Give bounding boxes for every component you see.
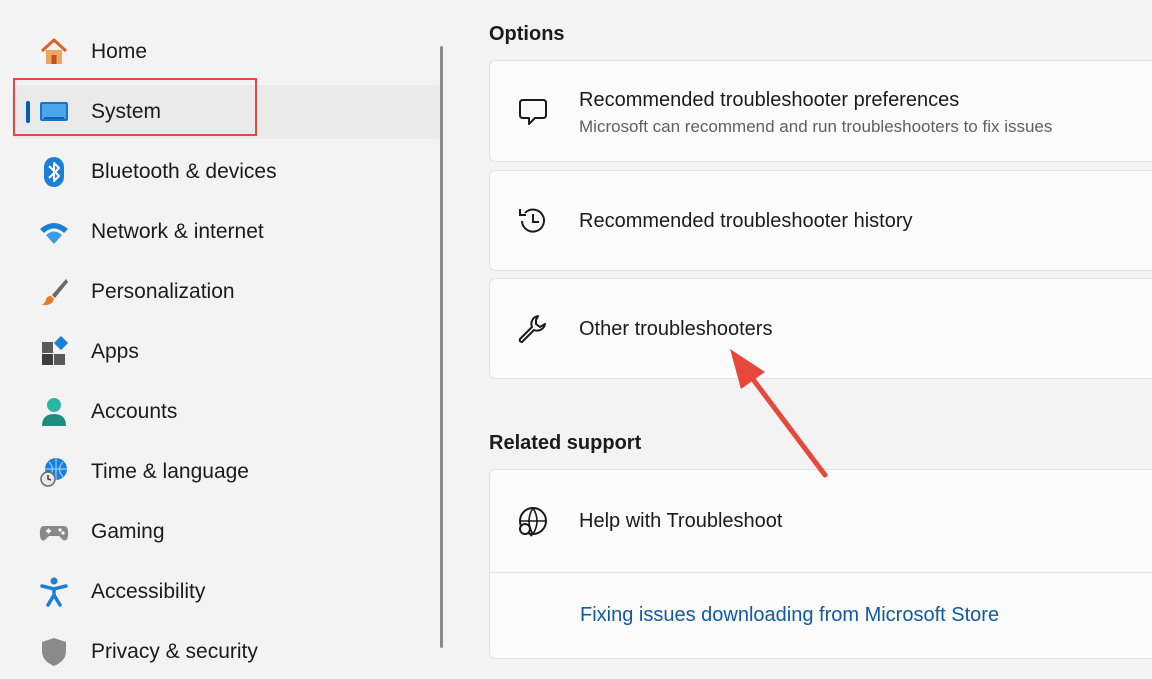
- shield-icon: [38, 636, 70, 668]
- sidebar-item-label: Privacy & security: [91, 640, 258, 663]
- chat-bubble-icon: [516, 94, 550, 128]
- sidebar-item-network[interactable]: Network & internet: [12, 205, 442, 259]
- card-subtitle: Microsoft can recommend and run troubles…: [579, 117, 1053, 136]
- gamepad-icon: [38, 516, 70, 548]
- person-icon: [38, 396, 70, 428]
- sidebar-item-personalization[interactable]: Personalization: [12, 265, 442, 319]
- sidebar-item-gaming[interactable]: Gaming: [12, 505, 442, 559]
- sidebar-item-label: Bluetooth & devices: [91, 160, 277, 183]
- sidebar-item-bluetooth[interactable]: Bluetooth & devices: [12, 145, 442, 199]
- card-title: Help with Troubleshoot: [579, 510, 783, 532]
- history-icon: [516, 204, 550, 238]
- card-title: Other troubleshooters: [579, 318, 773, 340]
- home-icon: [38, 36, 70, 68]
- sidebar-item-label: Gaming: [91, 520, 165, 543]
- bluetooth-icon: [38, 156, 70, 188]
- sidebar-item-label: Apps: [91, 340, 139, 363]
- sidebar-item-time-language[interactable]: Time & language: [12, 445, 442, 499]
- help-with-troubleshoot-card[interactable]: Help with Troubleshoot: [489, 469, 1152, 659]
- card-divider: [489, 572, 1152, 573]
- sidebar-item-label: Network & internet: [91, 220, 264, 243]
- wrench-icon: [516, 312, 550, 346]
- sidebar-item-label: Accessibility: [91, 580, 206, 603]
- other-troubleshooters-card[interactable]: Other troubleshooters: [489, 278, 1152, 379]
- options-section-title: Options: [489, 23, 565, 45]
- related-support-title: Related support: [489, 432, 642, 454]
- sidebar-item-accounts[interactable]: Accounts: [12, 385, 442, 439]
- globe-search-icon: [516, 504, 550, 538]
- card-title: Recommended troubleshooter preferences: [579, 89, 960, 111]
- sidebar-item-apps[interactable]: Apps: [12, 325, 442, 379]
- annotation-highlight-box: [13, 78, 257, 136]
- sidebar-item-privacy-security[interactable]: Privacy & security: [12, 625, 442, 679]
- sidebar-item-home[interactable]: Home: [12, 25, 442, 79]
- settings-sidebar: Home System Bluetooth & devices Network …: [0, 0, 442, 666]
- recommended-preferences-card[interactable]: Recommended troubleshooter preferences M…: [489, 60, 1152, 162]
- troubleshooter-history-card[interactable]: Recommended troubleshooter history: [489, 170, 1152, 271]
- globe-clock-icon: [38, 456, 70, 488]
- wifi-icon: [38, 216, 70, 248]
- sidebar-item-label: Time & language: [91, 460, 249, 483]
- sidebar-item-label: Home: [91, 40, 148, 63]
- accessibility-icon: [38, 576, 70, 608]
- paintbrush-icon: [38, 276, 70, 308]
- sidebar-item-label: Personalization: [91, 280, 235, 303]
- sidebar-item-accessibility[interactable]: Accessibility: [12, 565, 442, 619]
- fixing-store-downloads-link[interactable]: Fixing issues downloading from Microsoft…: [580, 604, 999, 627]
- apps-icon: [38, 336, 70, 368]
- card-title: Recommended troubleshooter history: [579, 210, 913, 232]
- troubleshoot-content: Options Recommended troubleshooter prefe…: [442, 0, 1152, 659]
- sidebar-item-label: Accounts: [91, 400, 178, 423]
